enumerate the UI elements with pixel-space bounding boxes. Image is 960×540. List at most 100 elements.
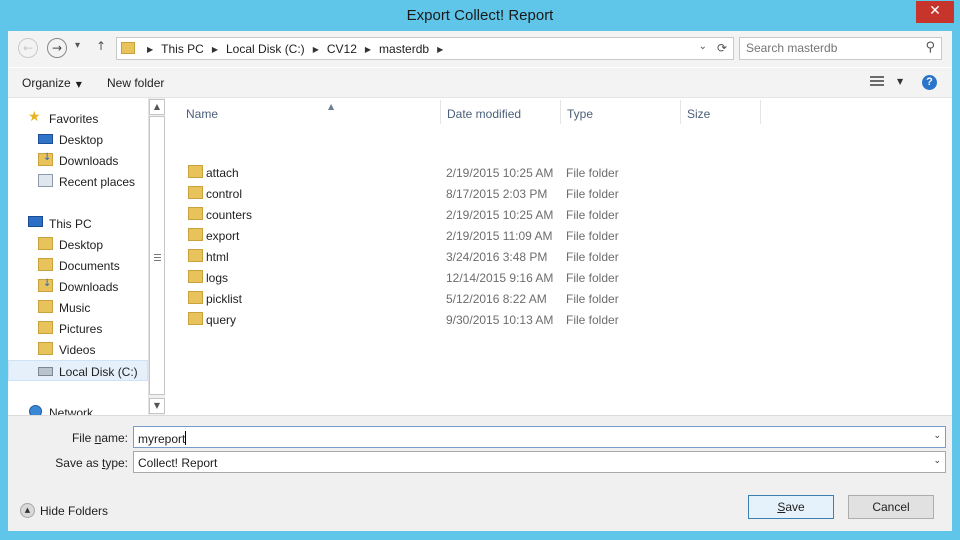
folder-icon xyxy=(188,312,203,325)
cancel-button[interactable]: Cancel xyxy=(848,495,934,519)
column-header-label: Name xyxy=(186,107,219,121)
table-row[interactable]: attach 2/19/2015 10:25 AM File folder xyxy=(165,161,952,182)
file-name: picklist xyxy=(206,292,243,306)
breadcrumb: ▶ This PC ▶ Local Disk (C:) ▶ CV12 ▶ mas… xyxy=(139,42,451,56)
sidebar-item-label: Downloads xyxy=(59,280,119,294)
save-as-type-select[interactable]: Collect! Report ⌄ xyxy=(133,451,946,473)
search-icon[interactable]: ⚲ xyxy=(925,40,935,55)
column-header-size[interactable]: Size xyxy=(681,100,761,124)
computer-icon xyxy=(28,216,43,227)
close-button[interactable]: ✕ xyxy=(916,1,954,23)
sidebar-item-downloads-pc[interactable]: Downloads xyxy=(8,276,148,297)
chevron-right-icon[interactable]: ▶ xyxy=(212,45,218,54)
folder-icon xyxy=(38,300,53,313)
sidebar-item-label: Desktop xyxy=(59,133,104,147)
refresh-button[interactable]: ⟳ xyxy=(717,41,727,55)
grip-icon xyxy=(154,254,161,263)
table-row[interactable]: query 9/30/2015 10:13 AM File folder xyxy=(165,308,952,329)
chevron-right-icon[interactable]: ▶ xyxy=(437,45,443,54)
sidebar-item-documents[interactable]: Documents xyxy=(8,255,148,276)
up-button[interactable]: ↑ xyxy=(96,39,106,53)
sidebar-item-network[interactable]: Network xyxy=(8,402,148,415)
search-box[interactable]: ⚲ xyxy=(739,37,942,60)
file-name: html xyxy=(206,250,229,264)
save-as-type-label: Save as type: xyxy=(55,456,128,470)
sidebar-item-label: This PC xyxy=(49,217,92,231)
file-name-field[interactable]: myreport ⌄ xyxy=(133,426,946,448)
table-row[interactable]: picklist 5/12/2016 8:22 AM File folder xyxy=(165,287,952,308)
file-type: File folder xyxy=(566,208,619,222)
chevron-right-icon[interactable]: ▶ xyxy=(147,45,153,54)
sidebar-item-local-disk[interactable]: Local Disk (C:) xyxy=(8,360,148,381)
column-header-date[interactable]: Date modified xyxy=(441,100,561,124)
file-date: 2/19/2015 10:25 AM xyxy=(446,166,554,180)
file-type: File folder xyxy=(566,271,619,285)
collapse-icon: ▲ xyxy=(20,503,35,518)
scroll-down-button[interactable]: ▼ xyxy=(149,398,165,414)
table-row[interactable]: html 3/24/2016 3:48 PM File folder xyxy=(165,245,952,266)
chevron-down-icon[interactable]: ⌄ xyxy=(933,431,941,441)
view-options-icon[interactable] xyxy=(870,76,884,88)
chevron-down-icon: ▼ xyxy=(75,80,82,89)
folder-icon xyxy=(38,321,53,334)
search-input[interactable] xyxy=(746,41,916,55)
save-button[interactable]: Save xyxy=(748,495,834,519)
sidebar-item-this-pc[interactable]: This PC xyxy=(8,213,148,234)
file-date: 8/17/2015 2:03 PM xyxy=(446,187,548,201)
sidebar-item-pictures[interactable]: Pictures xyxy=(8,318,148,339)
file-date: 3/24/2016 3:48 PM xyxy=(446,250,548,264)
table-row[interactable]: logs 12/14/2015 9:16 AM File folder xyxy=(165,266,952,287)
sidebar-item-label: Downloads xyxy=(59,154,119,168)
file-date: 2/19/2015 11:09 AM xyxy=(446,229,553,243)
chevron-right-icon[interactable]: ▶ xyxy=(313,45,319,54)
table-row[interactable]: counters 2/19/2015 10:25 AM File folder xyxy=(165,203,952,224)
file-name-label: File name: xyxy=(71,431,128,445)
new-folder-button[interactable]: New folder xyxy=(107,76,164,90)
sidebar-item-downloads[interactable]: Downloads xyxy=(8,150,148,171)
file-date: 2/19/2015 10:25 AM xyxy=(446,208,554,222)
forward-button[interactable]: → xyxy=(47,38,67,58)
file-type: File folder xyxy=(566,250,619,264)
desktop-icon xyxy=(38,134,53,144)
save-as-type-value: Collect! Report xyxy=(138,456,218,470)
address-bar[interactable]: ▶ This PC ▶ Local Disk (C:) ▶ CV12 ▶ mas… xyxy=(116,37,734,60)
breadcrumb-cv12[interactable]: CV12 xyxy=(327,42,357,56)
organize-button[interactable]: Organize ▼ xyxy=(22,76,82,90)
sidebar-item-desktop[interactable]: Desktop xyxy=(8,129,148,150)
file-type: File folder xyxy=(566,166,619,180)
navigation-scrollbar[interactable]: ▲ ▼ xyxy=(148,98,165,415)
breadcrumb-local-disk[interactable]: Local Disk (C:) xyxy=(226,42,305,56)
sidebar-item-videos[interactable]: Videos xyxy=(8,339,148,360)
dialog-client-area: ← → ▾ ↑ ▶ This PC ▶ Local Disk (C:) ▶ CV… xyxy=(8,31,952,531)
address-history-dropdown[interactable]: ⌄ xyxy=(699,41,707,52)
chevron-right-icon[interactable]: ▶ xyxy=(365,45,371,54)
sidebar-item-recent-places[interactable]: Recent places xyxy=(8,171,148,192)
scroll-up-button[interactable]: ▲ xyxy=(149,99,165,115)
file-name-input[interactable]: myreport xyxy=(138,431,187,446)
column-header-type[interactable]: Type xyxy=(561,100,681,124)
folder-icon xyxy=(38,237,53,250)
sidebar-item-desktop-pc[interactable]: Desktop xyxy=(8,234,148,255)
scroll-thumb[interactable] xyxy=(149,116,165,395)
folder-icon xyxy=(188,270,203,283)
table-row[interactable]: export 2/19/2015 11:09 AM File folder xyxy=(165,224,952,245)
file-date: 9/30/2015 10:13 AM xyxy=(446,313,554,327)
folder-icon xyxy=(188,291,203,304)
disk-icon xyxy=(38,367,53,376)
view-dropdown-button[interactable]: ▼ xyxy=(897,77,903,86)
sidebar-item-favorites[interactable]: ★ Favorites xyxy=(8,108,148,129)
sidebar-item-music[interactable]: Music xyxy=(8,297,148,318)
help-icon[interactable]: ? xyxy=(922,75,937,90)
file-type: File folder xyxy=(566,313,619,327)
back-button[interactable]: ← xyxy=(18,38,38,58)
chevron-down-icon[interactable]: ⌄ xyxy=(933,456,941,466)
breadcrumb-this-pc[interactable]: This PC xyxy=(161,42,204,56)
file-date: 12/14/2015 9:16 AM xyxy=(446,271,554,285)
recent-locations-dropdown[interactable]: ▾ xyxy=(75,40,80,51)
breadcrumb-masterdb[interactable]: masterdb xyxy=(379,42,429,56)
hide-folders-label: Hide Folders xyxy=(40,504,109,518)
title-bar[interactable]: Export Collect! Report ✕ xyxy=(0,0,960,32)
column-header-name[interactable]: Name ▲ xyxy=(180,100,441,124)
network-icon xyxy=(29,405,42,415)
table-row[interactable]: control 8/17/2015 2:03 PM File folder xyxy=(165,182,952,203)
